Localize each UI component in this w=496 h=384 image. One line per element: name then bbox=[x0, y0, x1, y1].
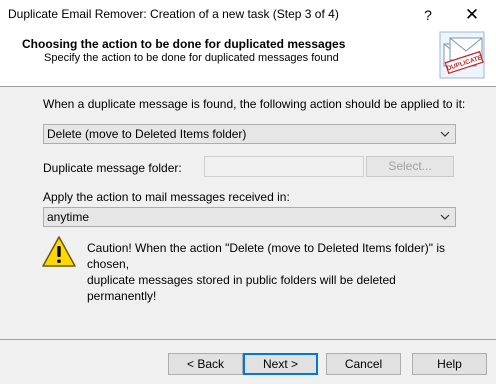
folder-field[interactable] bbox=[204, 156, 364, 177]
action-dropdown-value: Delete (move to Deleted Items folder) bbox=[47, 127, 247, 141]
wizard-header: Choosing the action to be done for dupli… bbox=[0, 30, 496, 87]
window-title: Duplicate Email Remover: Creation of a n… bbox=[8, 7, 339, 21]
folder-label: Duplicate message folder: bbox=[43, 161, 182, 175]
warning-icon bbox=[42, 236, 76, 267]
title-bar: Duplicate Email Remover: Creation of a n… bbox=[0, 0, 496, 30]
next-button[interactable]: Next > bbox=[243, 353, 318, 375]
header-subtitle: Specify the action to be done for duplic… bbox=[44, 52, 339, 64]
chevron-down-icon bbox=[440, 214, 450, 220]
back-button[interactable]: < Back bbox=[168, 353, 243, 375]
warning-message: Caution! When the action "Delete (move t… bbox=[87, 240, 467, 304]
chevron-down-icon bbox=[440, 131, 450, 137]
help-title-button[interactable]: ? bbox=[408, 0, 448, 30]
action-dropdown[interactable]: Delete (move to Deleted Items folder) bbox=[43, 124, 456, 144]
period-dropdown-value: anytime bbox=[47, 210, 90, 224]
duplicate-envelope-icon: DUPLICATE bbox=[439, 31, 485, 79]
header-title: Choosing the action to be done for dupli… bbox=[22, 37, 346, 51]
help-button[interactable]: Help bbox=[412, 353, 487, 375]
cancel-button[interactable]: Cancel bbox=[326, 353, 401, 375]
warning-line-1: Caution! When the action "Delete (move t… bbox=[87, 241, 446, 271]
footer-separator bbox=[0, 339, 496, 340]
close-button[interactable]: ✕ bbox=[452, 0, 492, 30]
action-label: When a duplicate message is found, the f… bbox=[43, 97, 466, 111]
period-dropdown[interactable]: anytime bbox=[43, 207, 456, 227]
period-label: Apply the action to mail messages receiv… bbox=[43, 190, 290, 204]
warning-line-2: duplicate messages stored in public fold… bbox=[87, 273, 396, 303]
select-folder-button[interactable]: Select... bbox=[366, 156, 454, 177]
